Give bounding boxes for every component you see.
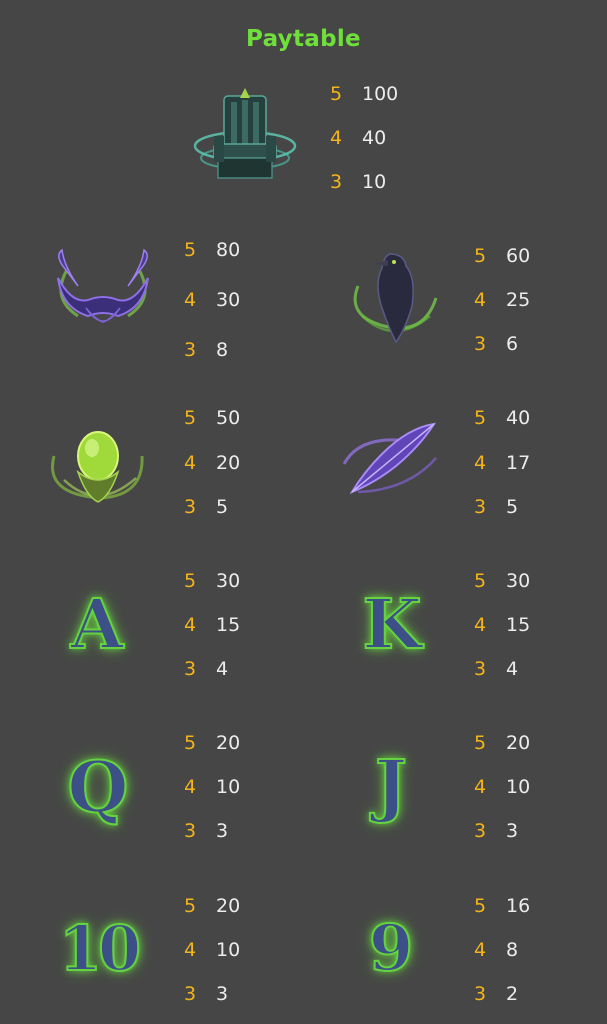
paytable-title: Paytable — [246, 26, 361, 52]
j-symbol-icon: J — [374, 745, 408, 827]
ten-symbol-icon: 10 — [58, 911, 142, 986]
feather-icon — [338, 418, 442, 500]
orb-icon — [44, 416, 152, 512]
k-symbol-icon: K — [361, 584, 422, 666]
nine-symbol-icon: 9 — [368, 910, 415, 987]
q-symbol-icon: Q — [67, 745, 130, 830]
a-symbol-icon: A — [70, 584, 125, 666]
horns-icon — [48, 248, 158, 348]
raven-icon — [344, 246, 444, 352]
throne-icon — [190, 86, 300, 190]
